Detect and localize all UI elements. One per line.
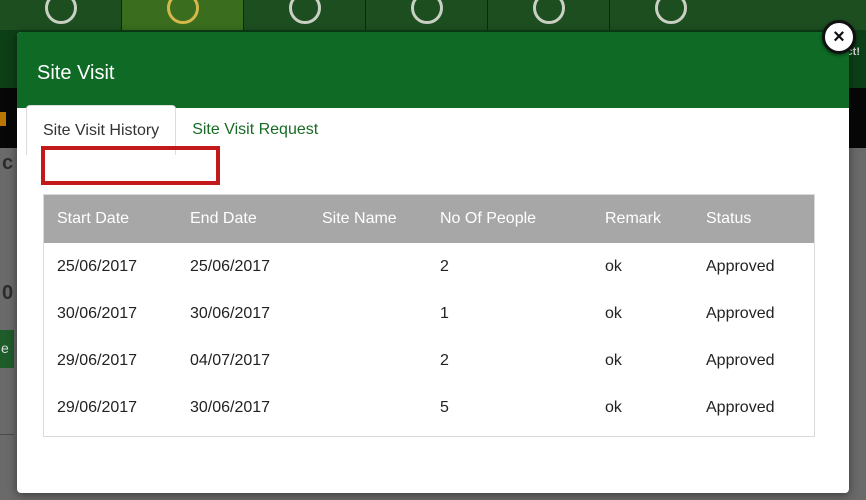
column-start-date[interactable]: Start Date — [44, 195, 177, 243]
cell-no-of-people: 5 — [440, 398, 449, 416]
close-button[interactable]: × — [822, 20, 856, 54]
cell-start-date: 25/06/2017 — [57, 257, 138, 275]
card-icon — [288, 0, 321, 24]
bg-partial-text: e — [1, 340, 9, 356]
bg-partial-text: c — [2, 152, 14, 174]
cell-site-name — [309, 243, 427, 290]
bg-nav-item-help — [488, 0, 610, 30]
bg-nav-item-card — [244, 0, 366, 30]
modal-header: Site Visit — [17, 32, 849, 108]
tab-site-visit-request[interactable]: Site Visit Request — [176, 105, 334, 155]
cell-site-name — [309, 337, 427, 384]
bg-button-fragment: e — [0, 330, 14, 368]
help-icon — [532, 0, 565, 24]
bg-nav-item-info — [366, 0, 488, 30]
close-icon: × — [833, 25, 845, 48]
cell-start-date: 30/06/2017 — [57, 304, 138, 322]
table-header-row: Start Date End Date Site Name No Of Peop… — [44, 195, 814, 243]
cell-remark: ok — [605, 351, 622, 369]
cell-end-date: 04/07/2017 — [190, 351, 271, 369]
cell-status: Approved — [706, 351, 775, 369]
tab-site-visit-history[interactable]: Site Visit History — [26, 105, 177, 155]
modal-title: Site Visit — [37, 61, 115, 84]
cell-end-date: 30/06/2017 — [190, 398, 271, 416]
column-remark[interactable]: Remark — [592, 195, 693, 243]
site-visit-table: Start Date End Date Site Name No Of Peop… — [43, 194, 815, 437]
tab-bar: Site Visit History Site Visit Request — [26, 105, 334, 155]
column-no-of-people[interactable]: No Of People — [427, 195, 592, 243]
cell-remark: ok — [605, 398, 622, 416]
cell-end-date: 25/06/2017 — [190, 257, 271, 275]
cell-site-name — [309, 384, 427, 431]
bg-nav-bar — [0, 0, 866, 30]
cell-start-date: 29/06/2017 — [57, 398, 138, 416]
cell-status: Approved — [706, 398, 775, 416]
cell-start-date: 29/06/2017 — [57, 351, 138, 369]
key-icon — [655, 0, 687, 24]
info-icon — [410, 0, 443, 24]
table-row: 29/06/2017 04/07/2017 2 ok Approved — [44, 337, 814, 384]
bg-partial-text: 0 — [2, 282, 14, 304]
cell-remark: ok — [605, 304, 622, 322]
table-row: 30/06/2017 30/06/2017 1 ok Approved — [44, 290, 814, 337]
alert-icon — [166, 0, 199, 24]
history-table: Start Date End Date Site Name No Of Peop… — [44, 195, 814, 431]
column-site-name[interactable]: Site Name — [309, 195, 427, 243]
bg-divider — [0, 434, 14, 435]
cell-status: Approved — [706, 257, 775, 275]
column-status[interactable]: Status — [693, 195, 814, 243]
bg-nav-item-alert — [122, 0, 244, 30]
cell-no-of-people: 2 — [440, 257, 449, 275]
cell-status: Approved — [706, 304, 775, 322]
bg-nav-item-target — [0, 0, 122, 30]
target-icon — [44, 0, 77, 24]
table-row: 25/06/2017 25/06/2017 2 ok Approved — [44, 243, 814, 290]
bg-nav-item-key — [610, 0, 732, 30]
cell-no-of-people: 1 — [440, 304, 449, 322]
cell-site-name — [309, 290, 427, 337]
bg-orange-marker — [0, 112, 6, 126]
cell-end-date: 30/06/2017 — [190, 304, 271, 322]
table-row: 29/06/2017 30/06/2017 5 ok Approved — [44, 384, 814, 431]
cell-remark: ok — [605, 257, 622, 275]
column-end-date[interactable]: End Date — [177, 195, 309, 243]
cell-no-of-people: 2 — [440, 351, 449, 369]
